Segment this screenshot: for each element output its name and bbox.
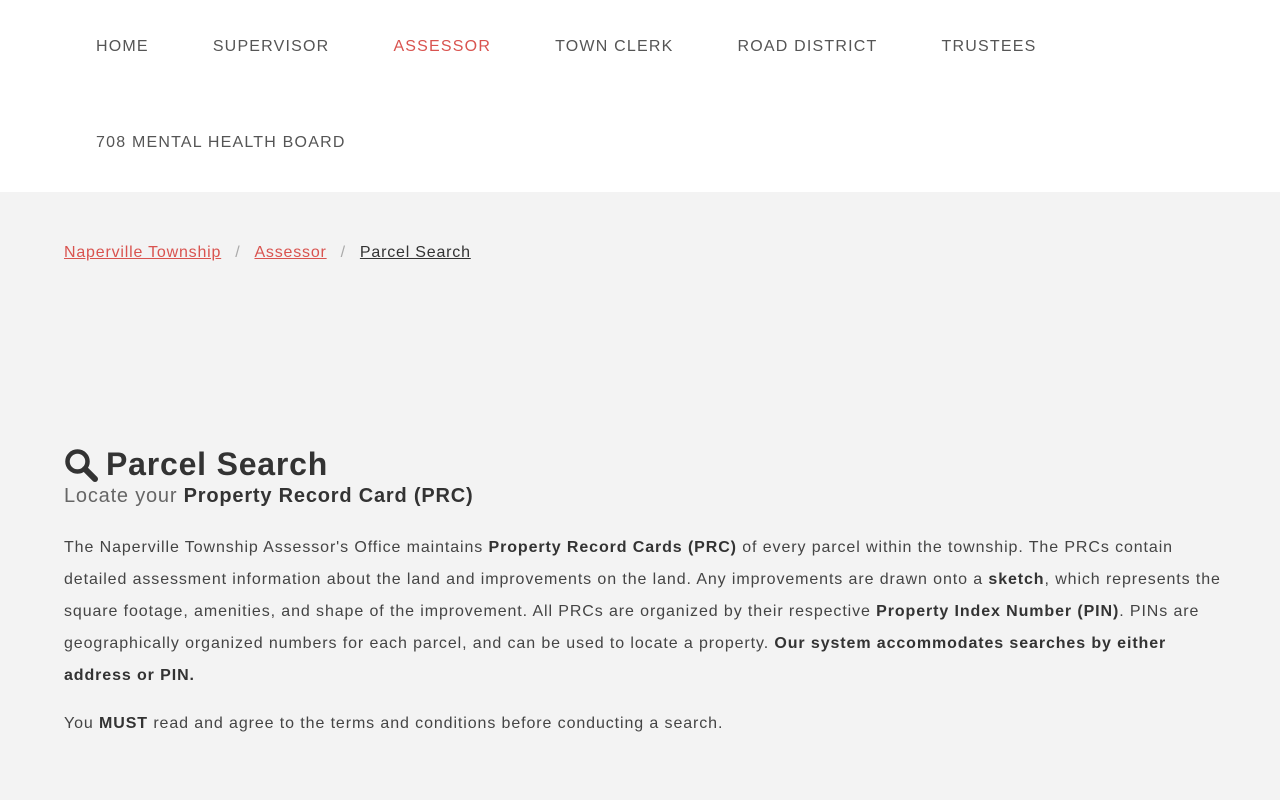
nav-item-assessor[interactable]: ASSESSOR	[361, 30, 523, 64]
nav-item-road-district[interactable]: ROAD DISTRICT	[705, 30, 909, 64]
search-icon	[64, 448, 98, 482]
breadcrumb-link-assessor[interactable]: Assessor	[254, 244, 326, 262]
nav-item-home[interactable]: HOME	[64, 30, 181, 64]
emphasized-text: Property Record Cards (PRC)	[488, 539, 737, 556]
breadcrumb-current-page: Parcel Search	[359, 244, 471, 261]
page-title: Parcel Search	[106, 446, 329, 482]
nav-item-708-mental-health-board[interactable]: 708 MENTAL HEALTH BOARD	[64, 126, 378, 160]
nav-row: 708 MENTAL HEALTH BOARD	[64, 126, 378, 160]
emphasized-text: MUST	[99, 715, 148, 732]
subtitle-prefix: Locate your	[64, 485, 184, 507]
breadcrumb-separator: /	[340, 244, 346, 261]
intro-paragraph: The Naperville Township Assessor's Offic…	[64, 532, 1224, 692]
breadcrumb: Naperville Township / Assessor / Parcel …	[64, 244, 471, 262]
body-text: You	[64, 715, 100, 732]
terms-notice-paragraph: You MUST read and agree to the terms and…	[64, 708, 1224, 740]
body-text: read and agree to the terms and conditio…	[147, 715, 724, 732]
title-row: Parcel Search	[64, 446, 1224, 483]
nav-item-trustees[interactable]: TRUSTEES	[910, 30, 1069, 64]
page-subtitle: Locate your Property Record Card (PRC)	[64, 485, 1224, 508]
subtitle-emphasis: Property Record Card (PRC)	[183, 485, 474, 507]
nav-item-town-clerk[interactable]: TOWN CLERK	[523, 30, 705, 64]
body-text: The Naperville Township Assessor's Offic…	[64, 539, 489, 556]
top-navigation: HOME SUPERVISOR ASSESSOR TOWN CLERK ROAD…	[0, 0, 1280, 192]
breadcrumb-separator: /	[235, 244, 241, 261]
main-content: Parcel Search Locate your Property Recor…	[64, 446, 1224, 740]
breadcrumb-link-naperville-township[interactable]: Naperville Township	[64, 244, 221, 262]
emphasized-text: Property Index Number (PIN)	[876, 603, 1120, 620]
emphasized-text: sketch	[988, 571, 1045, 588]
nav-item-supervisor[interactable]: SUPERVISOR	[181, 30, 362, 64]
nav-row: HOME SUPERVISOR ASSESSOR TOWN CLERK ROAD…	[64, 30, 1068, 64]
